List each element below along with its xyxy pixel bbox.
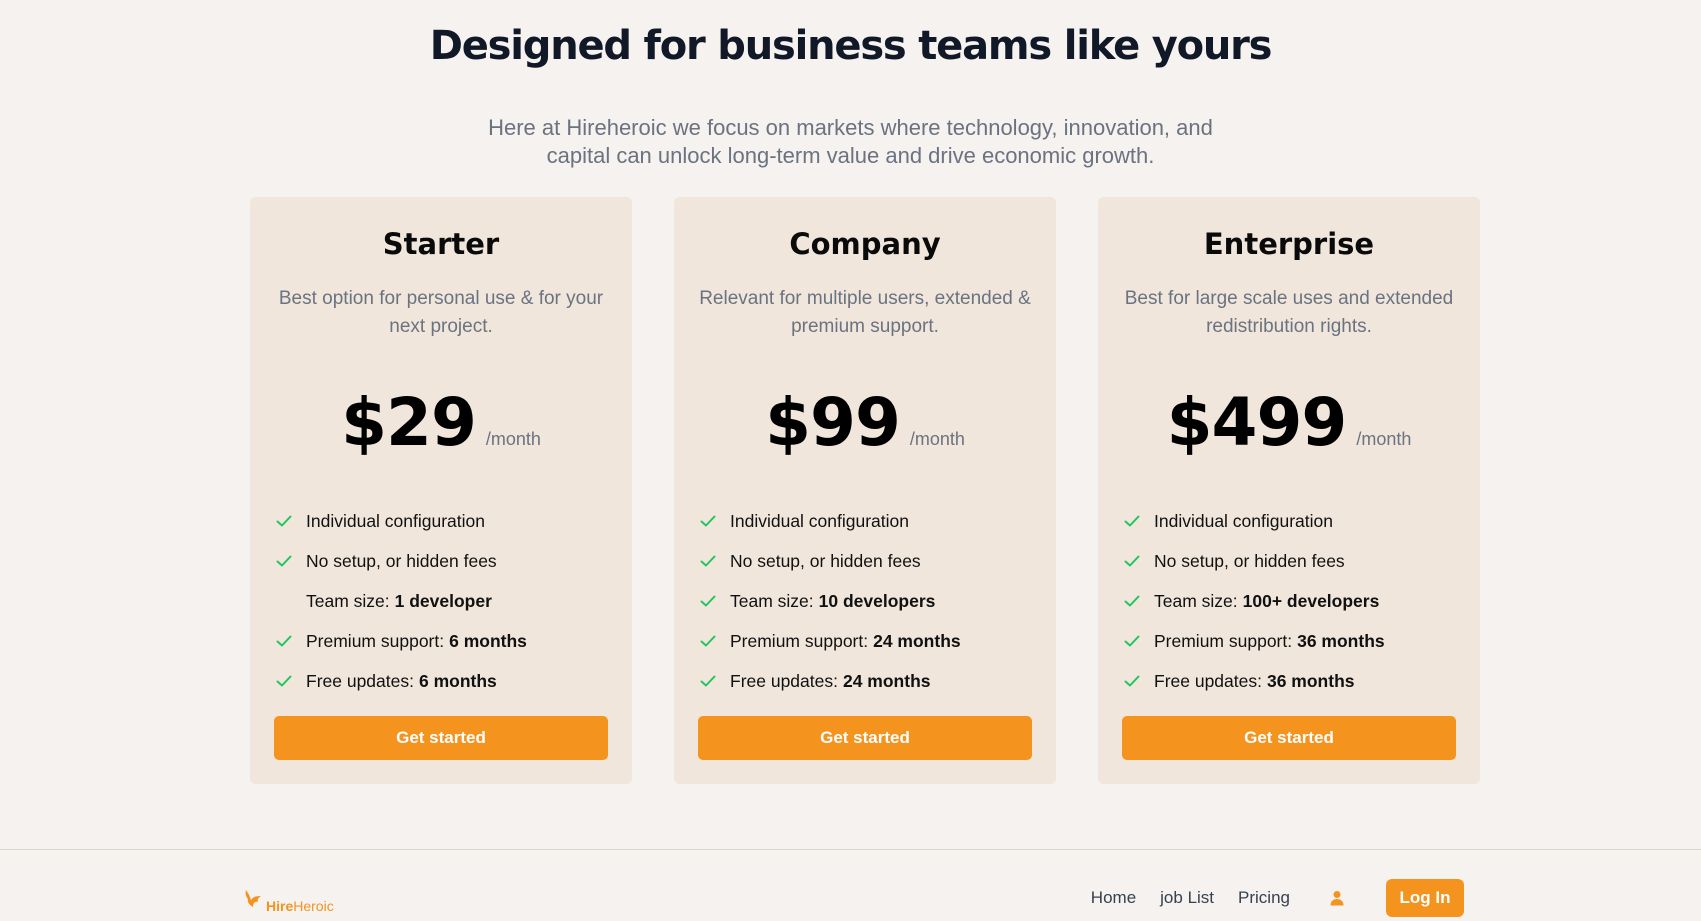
feature-item: Individual configuration — [700, 501, 1056, 541]
logo-text: HireHeroic — [266, 898, 334, 914]
feature-list: Individual configuration No setup, or hi… — [1124, 501, 1480, 701]
price-amount: $29 — [341, 384, 477, 461]
feature-label: Individual configuration — [306, 510, 486, 531]
feature-item: Free updates: 24 months — [700, 661, 1056, 701]
nav-link-pricing[interactable]: Pricing — [1238, 888, 1290, 908]
check-icon — [1124, 515, 1154, 527]
price-period: /month — [909, 429, 965, 449]
feature-list: Individual configuration No setup, or hi… — [700, 501, 1056, 701]
feature-label: Free updates: — [306, 670, 414, 691]
nav-link-job-list[interactable]: job List — [1160, 888, 1214, 908]
feature-label: Free updates: — [730, 670, 838, 691]
feature-label: Individual configuration — [730, 510, 910, 531]
feature-value: 1 developer — [394, 590, 492, 611]
feature-label: Premium support: — [306, 630, 445, 651]
feature-item: Premium support: 24 months — [700, 621, 1056, 661]
feature-value: 10 developers — [818, 590, 936, 611]
feature-item: Individual configuration — [1124, 501, 1480, 541]
price-amount: $499 — [1166, 384, 1348, 461]
plan-card-company: Company Relevant for multiple users, ext… — [674, 197, 1056, 784]
feature-label: Individual configuration — [1154, 510, 1334, 531]
footer: HireHeroic Home job List Pricing Log In — [0, 849, 1701, 921]
check-icon — [1124, 595, 1154, 607]
plan-name: Starter — [382, 227, 500, 261]
bird-logo-icon — [244, 888, 264, 914]
feature-item: Team size: 10 developers — [700, 581, 1056, 621]
check-icon — [276, 675, 306, 687]
check-icon — [276, 515, 306, 527]
plan-description: Relevant for multiple users, extended & … — [699, 288, 1031, 337]
feature-label: No setup, or hidden fees — [306, 550, 497, 571]
feature-item: No setup, or hidden fees — [1124, 541, 1480, 581]
plan-price: $99 /month — [674, 385, 1056, 461]
get-started-button[interactable]: Get started — [698, 716, 1032, 760]
plan-name: Enterprise — [1203, 227, 1375, 261]
price-period: /month — [1356, 429, 1412, 449]
footer-nav: Home job List Pricing Log In — [1091, 879, 1464, 917]
feature-value: 36 months — [1297, 630, 1385, 651]
nav-link-home[interactable]: Home — [1091, 888, 1136, 908]
feature-item: Premium support: 36 months — [1124, 621, 1480, 661]
check-icon — [276, 635, 306, 647]
feature-value: 100+ developers — [1242, 590, 1380, 611]
feature-value: 24 months — [842, 670, 931, 691]
check-icon — [1124, 675, 1154, 687]
feature-label: No setup, or hidden fees — [730, 550, 921, 571]
plan-price: $499 /month — [1098, 385, 1480, 461]
check-icon — [700, 595, 730, 607]
feature-label: Premium support: — [730, 630, 869, 651]
feature-item: Free updates: 6 months — [276, 661, 632, 701]
feature-label: Team size: — [1154, 590, 1238, 611]
user-icon[interactable] — [1330, 890, 1344, 906]
page-title: Designed for business teams like yours — [429, 23, 1273, 69]
feature-item: No setup, or hidden fees — [276, 541, 632, 581]
pricing-cards: Starter Best option for personal use & f… — [250, 197, 1480, 784]
check-icon — [276, 555, 306, 567]
plan-card-enterprise: Enterprise Best for large scale uses and… — [1098, 197, 1480, 784]
hero-section: Designed for business teams like yours H… — [0, 0, 1701, 170]
feature-item: No setup, or hidden fees — [700, 541, 1056, 581]
plan-name: Company — [789, 227, 941, 261]
login-button[interactable]: Log In — [1386, 879, 1464, 917]
feature-value: 6 months — [418, 670, 497, 691]
get-started-button[interactable]: Get started — [1122, 716, 1456, 760]
plan-card-starter: Starter Best option for personal use & f… — [250, 197, 632, 784]
plan-description: Best option for personal use & for your … — [278, 288, 604, 337]
feature-item: Premium support: 6 months — [276, 621, 632, 661]
plan-description: Best for large scale uses and extended r… — [1124, 288, 1454, 337]
feature-item: Team size: 1 developer — [276, 581, 632, 621]
feature-item: Team size: 100+ developers — [1124, 581, 1480, 621]
page-subtitle: Here at Hireheroic we focus on markets w… — [488, 115, 1213, 168]
price-amount: $99 — [765, 384, 901, 461]
feature-item: Free updates: 36 months — [1124, 661, 1480, 701]
feature-value: 24 months — [873, 630, 961, 651]
feature-label: Premium support: — [1154, 630, 1293, 651]
feature-item: Individual configuration — [276, 501, 632, 541]
feature-label: Team size: — [306, 590, 390, 611]
feature-list: Individual configuration No setup, or hi… — [276, 501, 632, 701]
price-period: /month — [485, 429, 541, 449]
check-icon — [1124, 635, 1154, 647]
feature-value: 36 months — [1266, 670, 1355, 691]
check-icon — [700, 555, 730, 567]
check-icon — [700, 675, 730, 687]
feature-label: Team size: — [730, 590, 814, 611]
feature-label: Free updates: — [1154, 670, 1262, 691]
check-icon — [700, 635, 730, 647]
logo[interactable]: HireHeroic — [244, 888, 334, 914]
feature-value: 6 months — [449, 630, 527, 651]
feature-label: No setup, or hidden fees — [1154, 550, 1345, 571]
check-icon — [1124, 555, 1154, 567]
get-started-button[interactable]: Get started — [274, 716, 608, 760]
plan-price: $29 /month — [250, 385, 632, 461]
check-icon — [700, 515, 730, 527]
